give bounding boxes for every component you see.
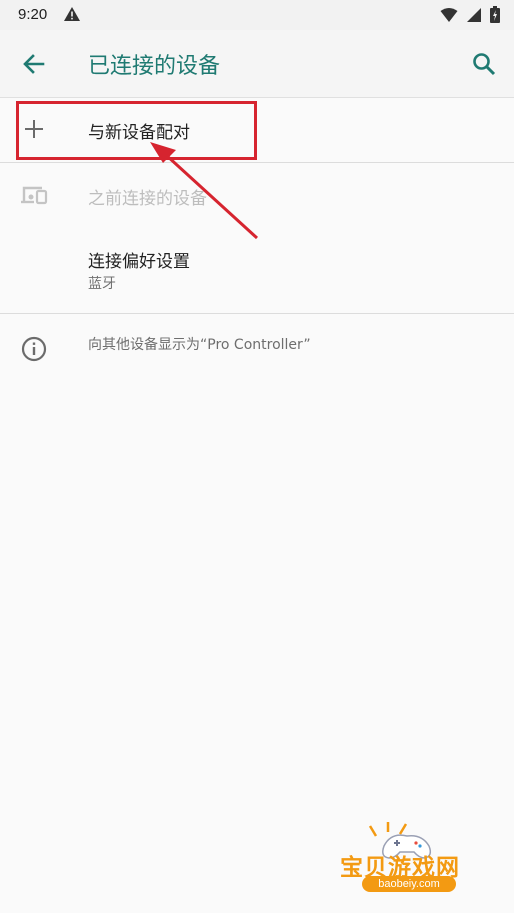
status-icons [440, 6, 500, 27]
previously-connected-item[interactable]: 之前连接的设备 [0, 163, 514, 225]
visibility-info-item: 向其他设备显示为“Pro Controller” [0, 316, 514, 376]
wifi-icon [440, 7, 458, 27]
warning-icon [63, 6, 81, 26]
back-arrow-icon[interactable] [20, 50, 48, 78]
search-icon[interactable] [470, 50, 498, 78]
connection-preferences-label: 连接偏好设置 [88, 252, 190, 272]
signal-icon [466, 7, 482, 27]
status-time: 9:20 [18, 6, 48, 23]
divider [0, 313, 514, 314]
app-bar: 已连接的设备 [0, 30, 514, 98]
previously-connected-label: 之前连接的设备 [88, 189, 207, 209]
watermark-url: baobeiy.com [362, 876, 456, 892]
info-icon [21, 336, 47, 362]
highlight-box [16, 101, 257, 160]
connection-preferences-summary: 蓝牙 [88, 276, 116, 292]
connection-preferences-item[interactable]: 连接偏好设置 蓝牙 [0, 232, 514, 312]
battery-icon [490, 6, 500, 27]
page-title: 已连接的设备 [88, 54, 221, 79]
visibility-info-label: 向其他设备显示为“Pro Controller” [88, 337, 311, 353]
status-bar: 9:20 [0, 0, 514, 30]
devices-icon [20, 183, 50, 207]
